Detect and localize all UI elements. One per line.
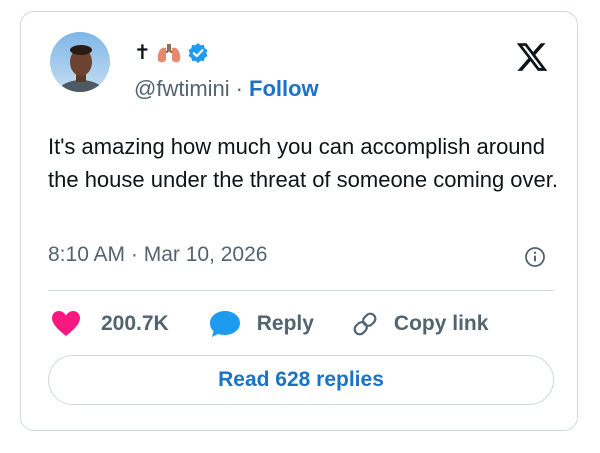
copy-link-button[interactable]: Copy link: [350, 309, 489, 339]
copy-link-label: Copy link: [393, 312, 489, 335]
reply-bubble-icon: [209, 311, 240, 337]
like-button[interactable]: 200.7K: [51, 310, 169, 338]
action-bar: 200.7K Reply Copy link: [51, 308, 488, 340]
lungs-icon: [157, 44, 180, 63]
tweet-timestamp[interactable]: 8:10 AM · Mar 10, 2026: [48, 243, 267, 267]
read-replies-button[interactable]: Read 628 replies: [48, 355, 554, 405]
heart-icon: [52, 311, 80, 336]
reply-button[interactable]: Reply: [209, 310, 314, 338]
info-icon[interactable]: [524, 246, 546, 268]
tweet-text: It's amazing how much you can accomplish…: [48, 134, 558, 192]
tweet-card: ✝ @fwtimini · Follow It's amazing how mu…: [20, 11, 578, 431]
author-handle[interactable]: @fwtimini: [134, 76, 230, 102]
handle-row: @fwtimini · Follow: [134, 76, 319, 102]
link-icon: [353, 312, 377, 336]
follow-button[interactable]: Follow: [249, 76, 319, 102]
avatar-image: [50, 32, 110, 92]
divider: [48, 290, 554, 291]
verified-badge-icon: [188, 43, 208, 63]
x-logo-icon[interactable]: [515, 40, 549, 74]
reply-label: Reply: [256, 312, 314, 335]
display-name[interactable]: ✝: [134, 42, 209, 64]
like-count: 200.7K: [101, 312, 169, 335]
cross-icon: ✝: [134, 42, 151, 64]
avatar[interactable]: [50, 32, 110, 92]
separator: ·: [235, 76, 243, 101]
